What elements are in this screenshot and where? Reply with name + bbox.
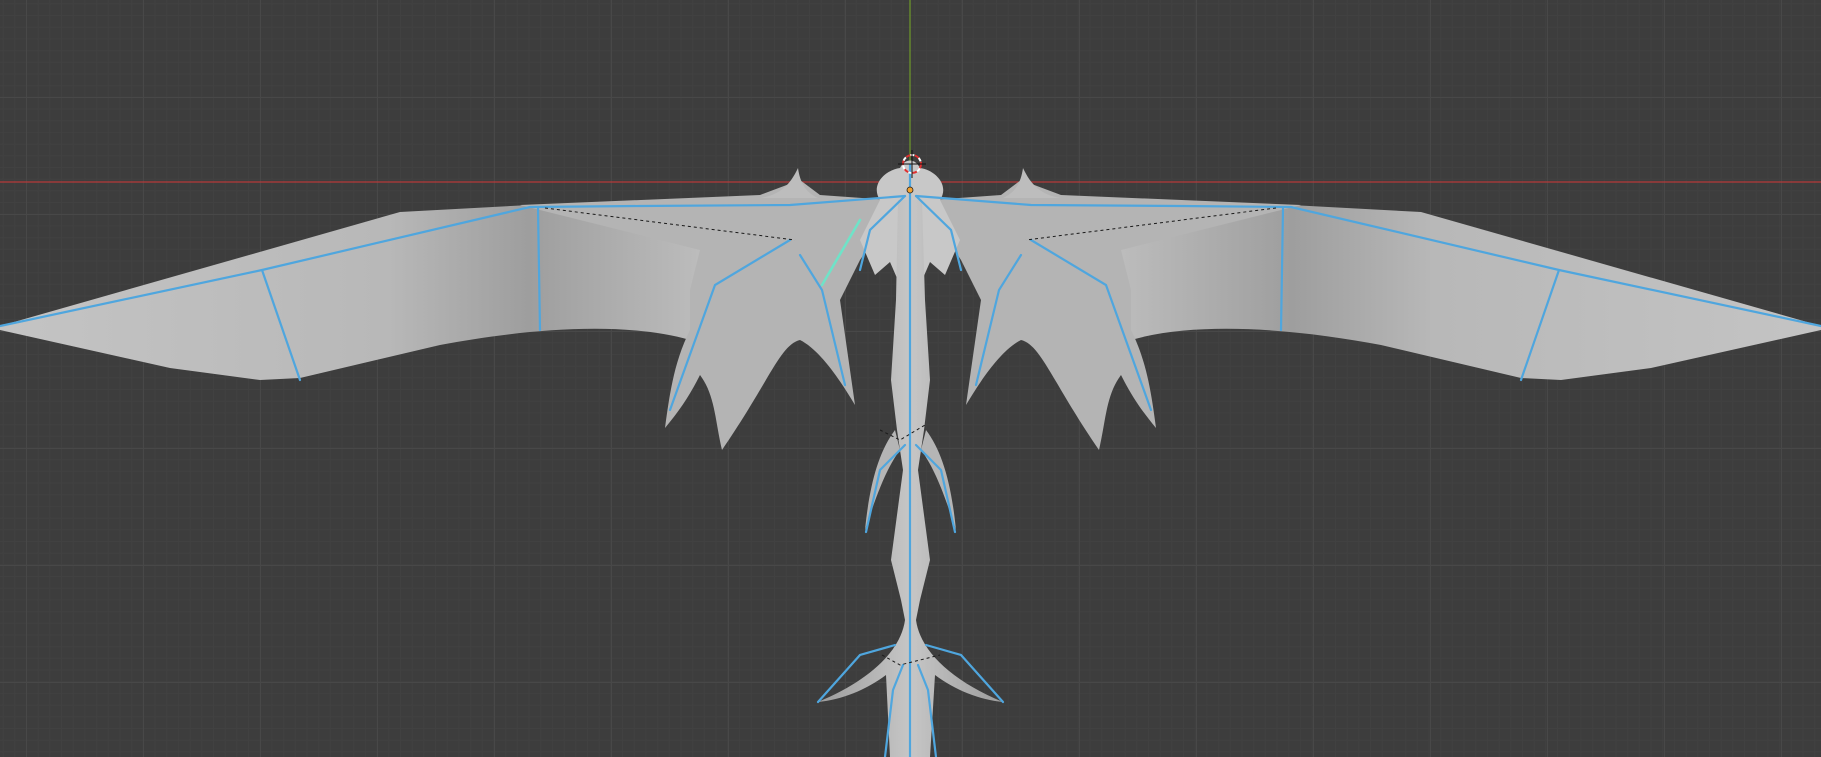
left-wing-membrane — [0, 205, 705, 380]
3d-viewport[interactable] — [0, 0, 1821, 757]
right-wing-membrane — [1116, 205, 1821, 380]
scene-svg[interactable] — [0, 0, 1821, 757]
origin-icon — [906, 186, 914, 194]
